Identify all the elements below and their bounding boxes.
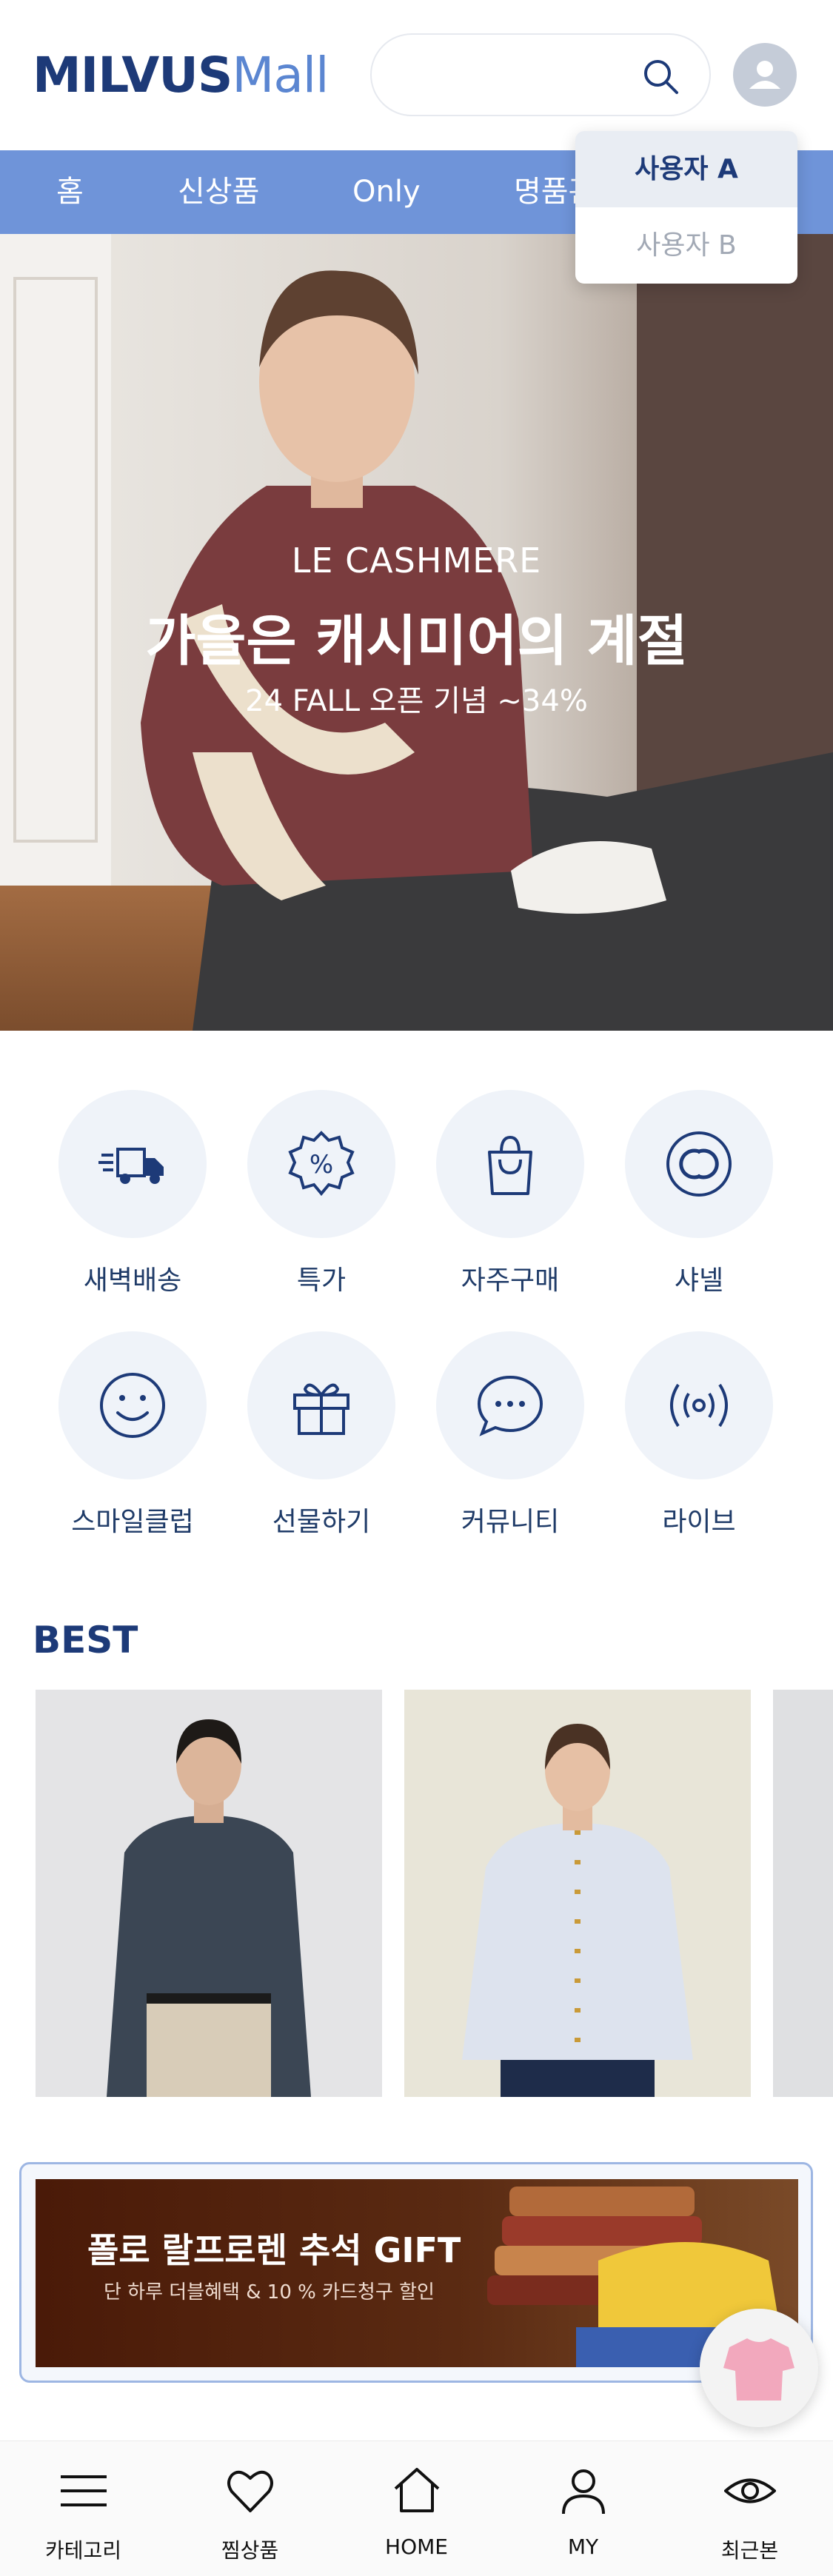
- category-smile-club[interactable]: 스마일클럽: [55, 1331, 210, 1539]
- category-icon-circle: [436, 1090, 584, 1238]
- home-icon: [394, 2468, 440, 2512]
- shopping-bag-icon: [488, 1135, 532, 1195]
- category-label: 선물하기: [272, 1507, 371, 1537]
- product-image: [36, 1690, 382, 2097]
- category-label: 커뮤니티: [461, 1507, 560, 1537]
- hero-brand-text: LE CASHMERE: [291, 541, 542, 581]
- category-icon-circle: [625, 1090, 773, 1238]
- bottom-nav-category[interactable]: 카테고리: [0, 2441, 167, 2576]
- product-image: [404, 1690, 751, 2097]
- hero-title: 가을은 캐시미어의 계절: [145, 609, 688, 673]
- category-label: 스마일클럽: [71, 1507, 194, 1537]
- best-product-card[interactable]: [36, 1690, 382, 2097]
- menu-item-user-b[interactable]: 사용자 B: [575, 207, 797, 284]
- bottom-nav-label: 카테고리: [44, 2538, 122, 2563]
- category-icon-circle: [625, 1331, 773, 1479]
- category-icon-circle: %: [247, 1090, 395, 1238]
- chanel-logo-icon: [666, 1131, 732, 1197]
- search-bar[interactable]: [370, 33, 711, 116]
- gift-icon: [293, 1383, 349, 1435]
- bottom-nav-label: MY: [567, 2535, 599, 2559]
- menu-icon: [61, 2475, 107, 2506]
- bottom-nav-wishlist[interactable]: 찜상품: [167, 2441, 333, 2576]
- search-input[interactable]: [397, 57, 634, 94]
- category-label: 라이브: [662, 1507, 736, 1537]
- category-live[interactable]: 라이브: [621, 1331, 777, 1539]
- category-icon-circle: [436, 1331, 584, 1479]
- bottom-nav-label: 찜상품: [221, 2538, 279, 2563]
- category-label: 새벽배송: [83, 1265, 182, 1296]
- user-icon: [562, 2469, 605, 2515]
- nav-item-home[interactable]: 홈: [56, 150, 84, 234]
- category-chanel[interactable]: 샤넬: [621, 1090, 777, 1297]
- bottom-nav-my[interactable]: MY: [500, 2441, 666, 2576]
- nav-item-only[interactable]: Only: [352, 150, 421, 234]
- category-icon-circle: [58, 1090, 207, 1238]
- best-section-title: BEST: [33, 1619, 138, 1662]
- live-broadcast-icon: [670, 1383, 728, 1428]
- search-icon[interactable]: [641, 57, 680, 96]
- heart-icon: [227, 2470, 273, 2512]
- recently-viewed-float-button[interactable]: [700, 2309, 818, 2427]
- recent-product-thumbnail: [700, 2309, 818, 2427]
- best-product-card[interactable]: [773, 1690, 833, 2097]
- category-dawn-delivery[interactable]: 새벽배송: [55, 1090, 210, 1297]
- bottom-nav-label: HOME: [385, 2535, 448, 2559]
- top-header: MILVUSMall: [0, 0, 833, 150]
- category-label: 샤넬: [674, 1265, 724, 1296]
- bottom-nav-recent[interactable]: 최근본: [666, 2441, 833, 2576]
- product-image: [773, 1690, 833, 2097]
- chat-bubble-icon: [477, 1375, 543, 1436]
- bottom-navigation: 카테고리 찜상품 HOME MY 최근본: [0, 2440, 833, 2576]
- user-icon: [749, 61, 780, 89]
- menu-item-user-a[interactable]: 사용자 A: [575, 131, 797, 207]
- category-icon-circle: [247, 1331, 395, 1479]
- banner-title: 폴로 랄프로렌 추석 GIFT: [87, 2230, 461, 2270]
- discount-badge-icon: %: [288, 1131, 355, 1197]
- category-gift[interactable]: 선물하기: [244, 1331, 399, 1539]
- hero-banner[interactable]: LE CASHMERE 가을은 캐시미어의 계절 24 FALL 오픈 기념 ~…: [0, 234, 833, 1031]
- smile-icon: [100, 1373, 165, 1438]
- promo-banner[interactable]: 폴로 랄프로렌 추석 GIFT 단 하루 더블혜택 & 10 % 카드청구 할인: [36, 2179, 798, 2367]
- best-product-card[interactable]: [404, 1690, 751, 2097]
- banner-photo: [36, 2179, 798, 2367]
- eye-icon: [724, 2478, 776, 2503]
- logo-secondary-text: Mall: [232, 47, 329, 104]
- bottom-nav-home[interactable]: HOME: [333, 2441, 500, 2576]
- nav-item-new[interactable]: 신상품: [178, 150, 259, 234]
- category-label: 자주구매: [461, 1265, 560, 1296]
- hero-caption: 24 FALL 오픈 기념 ~34%: [245, 684, 588, 718]
- truck-icon: [98, 1148, 164, 1184]
- category-icon-circle: [58, 1331, 207, 1479]
- category-community[interactable]: 커뮤니티: [432, 1331, 588, 1539]
- bottom-nav-label: 최근본: [720, 2538, 779, 2563]
- milvus-mall-logo[interactable]: MILVUSMall: [33, 47, 329, 104]
- category-label: 특가: [296, 1265, 347, 1296]
- user-switch-menu: 사용자 A 사용자 B: [575, 131, 797, 284]
- banner-subtitle: 단 하루 더블혜택 & 10 % 카드청구 할인: [104, 2281, 435, 2304]
- category-frequent-purchase[interactable]: 자주구매: [432, 1090, 588, 1297]
- category-special-price[interactable]: % 특가: [244, 1090, 399, 1297]
- user-avatar-button[interactable]: [733, 43, 797, 107]
- svg-text:%: %: [310, 1150, 333, 1180]
- logo-primary-text: MILVUS: [33, 47, 232, 104]
